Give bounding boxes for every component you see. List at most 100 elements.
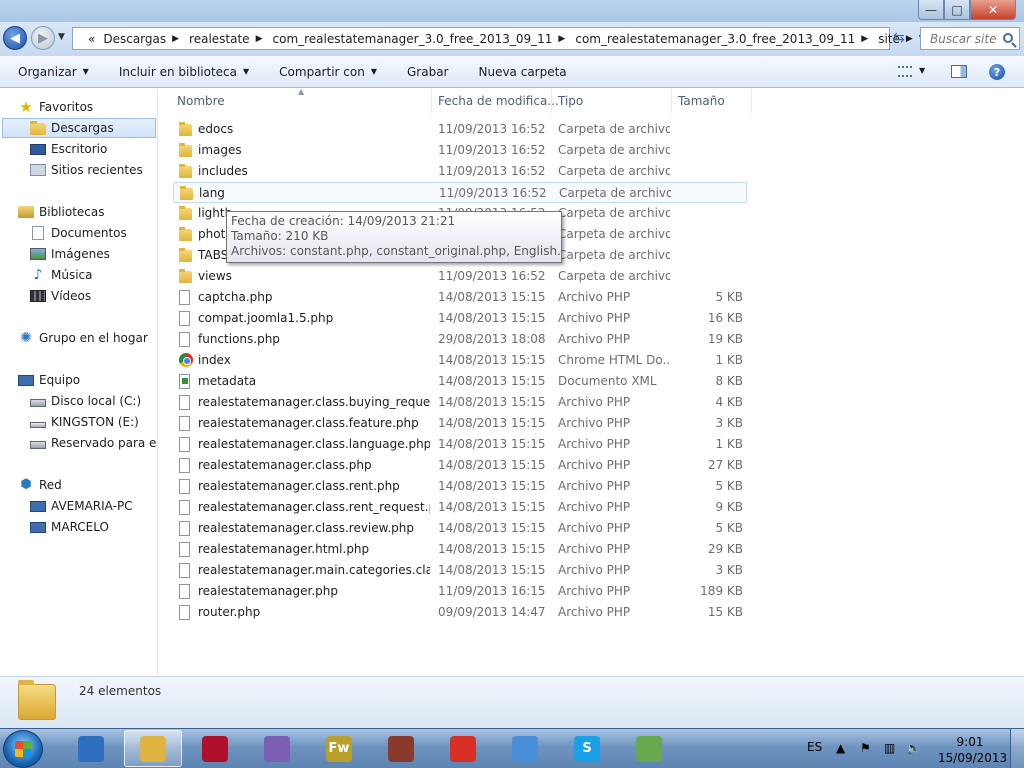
file-row[interactable]: realestatemanager.main.categories.class.… [173, 560, 747, 581]
preview-pane-icon[interactable] [951, 65, 967, 78]
nav-kingston[interactable]: KINGSTON (E:) [30, 412, 139, 432]
help-icon[interactable]: ? [989, 64, 1005, 80]
nav-favorites[interactable]: ★ Favoritos [18, 97, 93, 117]
documents-icon [32, 226, 44, 240]
file-row[interactable]: router.php 09/09/2013 14:47 Archivo PHP 15 … [173, 602, 747, 623]
file-size: 29 KB [707, 542, 743, 556]
file-row[interactable]: edocs 11/09/2013 16:52 Carpeta de archivos [173, 119, 747, 140]
php-file-icon [179, 290, 190, 305]
show-hidden-icons-icon[interactable]: ▲ [836, 741, 845, 755]
title-bar[interactable]: — □ ✕ [0, 0, 1024, 22]
breadcrumb-item[interactable]: realestate ▶ [185, 32, 268, 46]
file-name: realestatemanager.class.rent.php [198, 479, 400, 493]
action-center-flag-icon[interactable]: ⚑ [860, 741, 871, 755]
nav-desktop[interactable]: Escritorio [30, 139, 107, 159]
folder-icon [179, 227, 192, 241]
nav-music[interactable]: ♪ Música [30, 265, 93, 285]
nav-network[interactable]: ⬢ Red [18, 475, 62, 495]
forward-button[interactable]: ▶ [31, 26, 55, 50]
breadcrumb-item[interactable]: Descargas ▶ [99, 32, 185, 46]
search-input[interactable]: Buscar site [920, 27, 1020, 50]
file-row[interactable]: images 11/09/2013 16:52 Carpeta de archivo… [173, 140, 747, 161]
nav-pc-marcelo[interactable]: MARCELO [30, 517, 109, 537]
column-header-date[interactable]: Fecha de modifica... [432, 89, 559, 113]
taskbar-notepad-plus[interactable] [620, 730, 678, 767]
nav-reserved[interactable]: Reservado para el sistema [30, 433, 157, 453]
column-header-size[interactable]: Tamaño [672, 89, 752, 113]
media-player-icon [78, 735, 104, 762]
file-row[interactable]: realestatemanager.class.buying_request..… [173, 392, 747, 413]
taskbar-chrome[interactable] [434, 730, 492, 767]
file-row[interactable]: lang 11/09/2013 16:52 Carpeta de archivos [173, 182, 747, 203]
taskbar-media-player[interactable] [62, 730, 120, 767]
taskbar-explorer[interactable] [124, 730, 182, 767]
taskbar-paint[interactable] [496, 730, 554, 767]
breadcrumb-overflow[interactable]: « [84, 32, 99, 46]
close-button[interactable]: ✕ [970, 0, 1016, 20]
new-folder-button[interactable]: Nueva carpeta [478, 65, 566, 79]
file-row[interactable]: realestatemanager.class.rent_request.php… [173, 497, 747, 518]
file-row[interactable]: realestatemanager.class.rent.php 14/08/20… [173, 476, 747, 497]
chevron-right-icon[interactable]: ▶ [859, 34, 874, 44]
nav-libraries[interactable]: Bibliotecas [18, 202, 104, 222]
chevron-right-icon[interactable]: ▶ [170, 34, 185, 44]
chevron-right-icon[interactable]: ▶ [556, 34, 571, 44]
nav-recent[interactable]: Sitios recientes [30, 160, 143, 180]
clock-date: 15/09/2013 [938, 751, 1008, 765]
file-row[interactable]: realestatemanager.html.php 14/08/2013 15:… [173, 539, 747, 560]
refresh-icon[interactable]: ⇆ [893, 30, 905, 46]
share-with-menu[interactable]: Compartir con ▼ [279, 65, 377, 79]
column-header-type[interactable]: Tipo [552, 89, 672, 113]
taskbar-winrar[interactable] [372, 730, 430, 767]
file-name: realestatemanager.php [198, 584, 339, 598]
file-row[interactable]: compat.joomla1.5.php 14/08/2013 15:15 Arch… [173, 308, 747, 329]
file-date: 14/08/2013 15:15 [438, 395, 546, 409]
file-row[interactable]: index 14/08/2013 15:15 Chrome HTML Do... 1 … [173, 350, 747, 371]
nav-downloads[interactable]: Descargas [2, 118, 156, 138]
search-icon[interactable] [1003, 33, 1013, 43]
file-row[interactable]: realestatemanager.class.feature.php 14/08… [173, 413, 747, 434]
column-header-name[interactable]: Nombre [171, 89, 432, 113]
file-row[interactable]: functions.php 29/08/2013 18:08 Archivo PHP… [173, 329, 747, 350]
file-row[interactable]: includes 11/09/2013 16:52 Carpeta de archi… [173, 161, 747, 182]
network-icon[interactable]: ▥ [884, 741, 895, 755]
breadcrumb-item[interactable]: com_realestatemanager_3.0_free_2013_09_1… [269, 32, 572, 46]
breadcrumb-item[interactable]: com_realestatemanager_3.0_free_2013_09_1… [571, 32, 874, 46]
include-in-library-menu[interactable]: Incluir en biblioteca ▼ [119, 65, 249, 79]
nav-homegroup[interactable]: ✺ Grupo en el hogar [18, 328, 148, 348]
file-row[interactable]: realestatemanager.class.language.php 14/0… [173, 434, 747, 455]
nav-disk-c[interactable]: Disco local (C:) [30, 391, 141, 411]
file-row[interactable]: realestatemanager.class.review.php 14/08/… [173, 518, 747, 539]
back-button[interactable]: ◀ [3, 26, 27, 50]
taskbar-fireworks[interactable]: Fw [310, 730, 368, 767]
chevron-right-icon[interactable]: ▶ [254, 34, 269, 44]
minimize-button[interactable]: — [918, 0, 944, 20]
file-type: Archivo PHP [558, 542, 631, 556]
organize-menu[interactable]: Organizar ▼ [18, 65, 89, 79]
chevron-right-icon[interactable]: ▶ [904, 34, 919, 44]
burn-button[interactable]: Grabar [407, 65, 449, 79]
taskbar-skype[interactable]: S [558, 730, 616, 767]
nav-pc-avemaria[interactable]: AVEMARIA-PC [30, 496, 133, 516]
taskbar-app-red[interactable] [186, 730, 244, 767]
nav-computer[interactable]: Equipo [18, 370, 80, 390]
language-indicator[interactable]: ES [807, 740, 822, 754]
nav-videos[interactable]: Vídeos [30, 286, 91, 306]
nav-images[interactable]: Imágenes [30, 244, 110, 264]
file-row[interactable]: realestatemanager.class.php 14/08/2013 15… [173, 455, 747, 476]
maximize-button[interactable]: □ [944, 0, 970, 20]
nav-documents[interactable]: Documentos [30, 223, 127, 243]
volume-icon[interactable]: 🔈 [906, 741, 921, 755]
file-row[interactable]: captcha.php 14/08/2013 15:15 Archivo PHP 5 … [173, 287, 747, 308]
chevron-down-icon[interactable]: ▼ [919, 66, 925, 75]
file-row[interactable]: views 11/09/2013 16:52 Carpeta de archivos [173, 266, 747, 287]
view-options-icon[interactable] [898, 66, 912, 77]
taskbar-photo-app[interactable] [248, 730, 306, 767]
clock[interactable]: 9:01 15/09/2013 [938, 734, 1008, 766]
address-bar[interactable]: « Descargas ▶ realestate ▶ com_realestatem… [72, 27, 926, 50]
file-row[interactable]: metadata 14/08/2013 15:15 Documento XML 8 K… [173, 371, 747, 392]
show-desktop-button[interactable] [1010, 729, 1024, 768]
start-button[interactable] [3, 730, 43, 768]
recent-pages-dropdown[interactable]: ▼ [58, 32, 65, 42]
file-row[interactable]: realestatemanager.php 11/09/2013 16:15 Arc… [173, 581, 747, 602]
